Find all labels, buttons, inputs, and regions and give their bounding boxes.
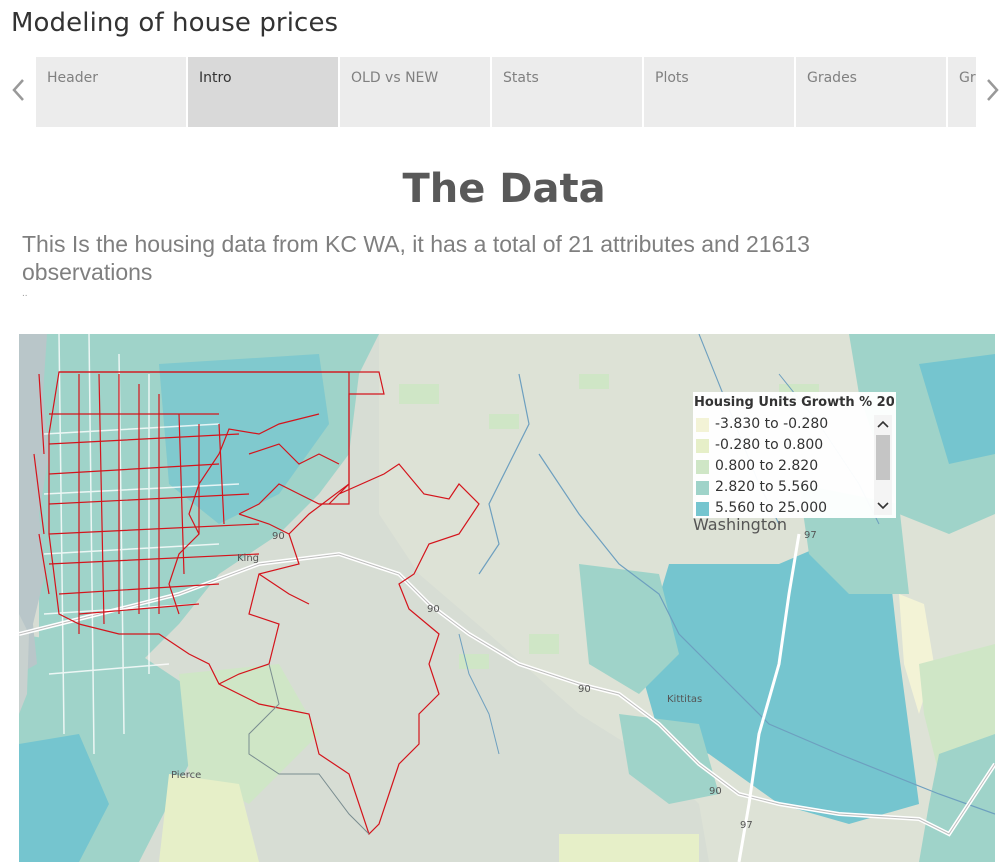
i90-shield: 90	[709, 786, 722, 797]
legend-swatch	[696, 502, 709, 516]
tab-plots[interactable]: Plots	[644, 57, 794, 127]
legend-swatch	[696, 418, 709, 432]
legend-title: Housing Units Growth % 20..	[694, 395, 894, 410]
legend-item[interactable]: -3.830 to -0.280	[696, 415, 871, 435]
tab-intro[interactable]: Intro	[188, 57, 338, 127]
tab-stats[interactable]: Stats	[492, 57, 642, 127]
tab-old-vs-new[interactable]: OLD vs NEW	[340, 57, 490, 127]
legend-label: 5.560 to 25.000	[715, 500, 828, 516]
legend-item[interactable]: 2.820 to 5.560	[696, 478, 871, 498]
us97-shield: 97	[804, 530, 817, 541]
legend-label: 0.800 to 2.820	[715, 458, 819, 474]
place-label-kittitas: Kittitas	[667, 694, 703, 705]
place-label-pierce: Pierce	[171, 770, 202, 781]
scroll-thumb[interactable]	[876, 435, 890, 480]
story-title: Modeling of house prices	[11, 8, 339, 38]
legend-item[interactable]: -0.280 to 0.800	[696, 436, 871, 456]
tab-gr[interactable]: Gr	[948, 57, 976, 127]
housing-growth-map[interactable]: 90 90 90 90 97 97 King Pierce Kittitas W…	[19, 334, 995, 862]
us97-shield: 97	[740, 820, 753, 831]
legend-label: -3.830 to -0.280	[715, 416, 829, 432]
story-tabs: Header Intro OLD vs NEW Stats Plots Grad…	[36, 57, 976, 127]
content-heading: The Data	[402, 166, 606, 212]
place-label-king: King	[237, 553, 260, 564]
legend-item[interactable]: 0.800 to 2.820	[696, 457, 871, 477]
chevron-left-icon[interactable]	[9, 72, 29, 108]
tab-label: Intro	[199, 70, 232, 86]
legend-swatch	[696, 481, 709, 495]
legend-swatch	[696, 460, 709, 474]
legend-label: 2.820 to 5.560	[715, 479, 819, 495]
tab-label: Gr	[959, 70, 976, 86]
chevron-down-icon[interactable]	[874, 497, 892, 515]
legend-scrollbar[interactable]	[874, 415, 892, 515]
tab-label: OLD vs NEW	[351, 70, 439, 86]
content-description: This Is the housing data from KC WA, it …	[22, 231, 810, 285]
map-legend[interactable]: Housing Units Growth % 20.. -3.830 to -0…	[693, 392, 896, 518]
legend-swatch	[696, 439, 709, 453]
tab-label: Plots	[655, 70, 689, 86]
i90-shield: 90	[272, 531, 285, 542]
tab-grades[interactable]: Grades	[796, 57, 946, 127]
tab-label: Header	[47, 70, 98, 86]
text-ellipsis: ..	[22, 288, 28, 299]
tab-label: Grades	[807, 70, 857, 86]
chevron-up-icon[interactable]	[874, 415, 892, 433]
tab-label: Stats	[503, 70, 539, 86]
legend-item[interactable]: 5.560 to 25.000	[696, 499, 871, 519]
i90-shield: 90	[578, 684, 591, 695]
legend-label: -0.280 to 0.800	[715, 437, 824, 453]
tab-header[interactable]: Header	[36, 57, 186, 127]
i90-shield: 90	[427, 604, 440, 615]
chevron-right-icon[interactable]	[983, 72, 1003, 108]
